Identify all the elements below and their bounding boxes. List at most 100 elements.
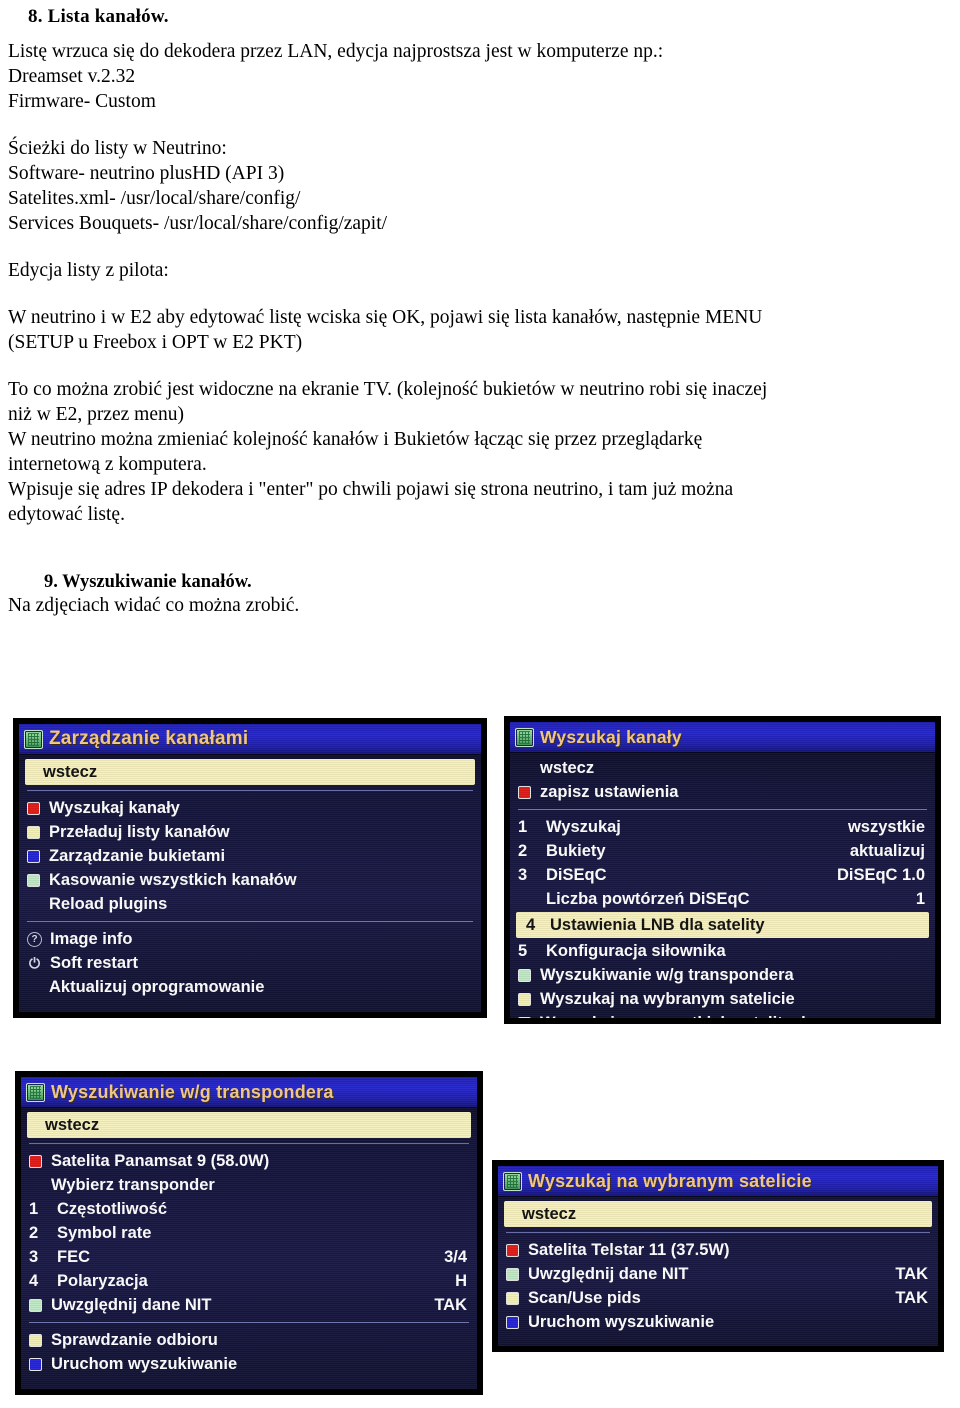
menu-item-value: DiSEqC 1.0 <box>836 865 925 884</box>
paragraph-line: Wpisuje się adres IP dekodera i "enter" … <box>8 479 734 500</box>
menu-item-value: TAK <box>434 1295 467 1314</box>
menu-item-soft-restart[interactable]: Soft restart <box>19 951 481 975</box>
yellow-button-icon <box>27 825 40 839</box>
red-button-icon <box>27 801 40 815</box>
menu-item-wstecz[interactable]: wstecz <box>25 759 475 785</box>
neutrino-logo-icon <box>503 1171 522 1191</box>
item-number: 4 <box>526 915 536 934</box>
menu-list: wstecz Wyszukaj kanały Przeładuj listy k… <box>19 754 481 999</box>
menu-item-aktualizuj-oprogramowanie[interactable]: Aktualizuj oprogramowanie <box>19 975 481 999</box>
menu-item-label: Image info <box>50 929 133 948</box>
paragraph-line: Software- neutrino plusHD (API 3) <box>8 163 285 184</box>
menu-item-label: wstecz <box>43 762 98 781</box>
blue-button-icon <box>506 1315 519 1329</box>
menu-item-wybierz-transponder[interactable]: Wybierz transponder <box>21 1173 477 1197</box>
menu-item-liczba-powtorzen-diseqc[interactable]: Liczba powtórzeń DiSEqC 1 <box>510 887 935 911</box>
menu-divider <box>29 1322 469 1323</box>
menu-item-value: aktualizuj <box>849 841 925 860</box>
neutrino-logo-icon <box>26 1082 45 1102</box>
item-number: 2 <box>518 841 528 860</box>
caption-line: Na zdjęciach widać co można zrobić. <box>8 595 300 616</box>
item-number: 3 <box>518 865 528 884</box>
menu-item-label: Częstotliwość <box>57 1199 168 1218</box>
menu-item-wstecz[interactable]: wstecz <box>510 756 935 780</box>
menu-item-label: zapisz ustawienia <box>540 782 679 801</box>
menu-item-value: 3/4 <box>444 1247 467 1266</box>
menu-item-wstecz[interactable]: wstecz <box>504 1201 932 1227</box>
menu-item-przeladuj-listy[interactable]: Przeładuj listy kanałów <box>19 820 481 844</box>
menu-item-uruchom-wyszukiwanie[interactable]: Uruchom wyszukiwanie <box>21 1352 477 1376</box>
menu-item-label: Uruchom wyszukiwanie <box>51 1354 238 1373</box>
paragraph-line: Ścieżki do listy w Neutrino: <box>8 138 227 159</box>
menu-item-wyszukaj-na-wszystkich-satelitach[interactable]: Wyszukaj na wszystkich satelitach <box>510 1011 935 1018</box>
menu-item-uwzglednij-dane-nit[interactable]: Uwzględnij dane NIT TAK <box>498 1262 938 1286</box>
tv-screenshot-zarzadzanie-kanalami: Zarządzanie kanałami wstecz Wyszukaj kan… <box>13 718 487 1018</box>
menu-item-label: wstecz <box>45 1115 100 1134</box>
menu-item-label: Zarządzanie bukietami <box>49 846 226 865</box>
menu-item-satelita[interactable]: Satelita Panamsat 9 (58.0W) <box>21 1149 477 1173</box>
menu-item-polaryzacja[interactable]: 4 Polaryzacja H <box>21 1269 477 1293</box>
item-number: 1 <box>518 817 528 836</box>
paragraph-line: Dreamset v.2.32 <box>8 66 136 87</box>
menu-item-label: Wyszukaj <box>546 817 621 836</box>
paragraph-line: edytować listę. <box>8 504 125 525</box>
paragraph-line: Edycja listy z pilota: <box>8 260 169 281</box>
menu-item-ustawienia-lnb[interactable]: 4 Ustawienia LNB dla satelity <box>516 912 929 938</box>
menu-item-label: Wybierz transponder <box>51 1175 215 1194</box>
menu-item-scan-use-pids[interactable]: Scan/Use pids TAK <box>498 1286 938 1310</box>
menu-item-bukiety[interactable]: 2 Bukiety aktualizuj <box>510 839 935 863</box>
menu-item-diseqc[interactable]: 3 DiSEqC DiSEqC 1.0 <box>510 863 935 887</box>
menu-item-label: Wyszukaj na wybranym satelicie <box>540 989 795 1008</box>
menu-item-reload-plugins[interactable]: Reload plugins <box>19 892 481 916</box>
menu-item-wyszukaj-na-wybranym-satelicie[interactable]: Wyszukaj na wybranym satelicie <box>510 987 935 1011</box>
menu-item-label: Liczba powtórzeń DiSEqC <box>546 889 750 908</box>
menu-item-label: Reload plugins <box>49 894 168 913</box>
menu-titlebar: Zarządzanie kanałami <box>19 724 481 754</box>
menu-item-fec[interactable]: 3 FEC 3/4 <box>21 1245 477 1269</box>
menu-item-uruchom-wyszukiwanie[interactable]: Uruchom wyszukiwanie <box>498 1310 938 1334</box>
menu-divider <box>27 921 473 922</box>
menu-item-wstecz[interactable]: wstecz <box>27 1112 471 1138</box>
menu-item-kasowanie-kanalow[interactable]: Kasowanie wszystkich kanałów <box>19 868 481 892</box>
menu-title: Wyszukiwanie w/g transpondera <box>51 1081 334 1102</box>
menu-item-wyszukiwanie-wg-transpondera[interactable]: Wyszukiwanie w/g transpondera <box>510 963 935 987</box>
green-button-icon <box>518 968 531 982</box>
section-heading-9: 9. Wyszukiwanie kanałów. <box>44 572 252 592</box>
spacer-icon <box>518 893 540 906</box>
green-button-icon <box>29 1298 42 1312</box>
menu-item-satelita[interactable]: Satelita Telstar 11 (37.5W) <box>498 1238 938 1262</box>
menu-item-label: Wyszukiwanie w/g transpondera <box>540 965 794 984</box>
menu-divider <box>27 790 473 791</box>
menu-item-czestotliwosc[interactable]: 1 Częstotliwość <box>21 1197 477 1221</box>
menu-item-image-info[interactable]: Image info <box>19 927 481 951</box>
paragraph-line: internetową z komputera. <box>8 454 207 475</box>
menu-item-value: 1 <box>915 889 925 908</box>
menu-item-symbol-rate[interactable]: 2 Symbol rate <box>21 1221 477 1245</box>
tv-screenshot-wyszukiwanie-wg-transpondera: Wyszukiwanie w/g transpondera wstecz Sat… <box>15 1071 483 1395</box>
menu-item-wyszukaj-kanaly[interactable]: Wyszukaj kanały <box>19 796 481 820</box>
menu-item-zarzadzanie-bukietami[interactable]: Zarządzanie bukietami <box>19 844 481 868</box>
menu-item-sprawdzanie-odbioru[interactable]: Sprawdzanie odbioru <box>21 1328 477 1352</box>
neutrino-logo-icon <box>24 729 43 749</box>
menu-title: Zarządzanie kanałami <box>49 728 249 749</box>
menu-item-uwzglednij-dane-nit[interactable]: Uwzględnij dane NIT TAK <box>21 1293 477 1317</box>
menu-item-value: wszystkie <box>847 817 925 836</box>
menu-item-label: Uwzględnij dane NIT <box>528 1264 689 1283</box>
yellow-button-icon <box>29 1333 42 1347</box>
menu-divider <box>29 1143 469 1144</box>
spacer-icon <box>29 1179 42 1192</box>
spacer-icon <box>27 898 40 911</box>
red-button-icon <box>518 785 531 799</box>
power-icon <box>27 956 42 971</box>
menu-item-konfiguracja-silownika[interactable]: 5 Konfiguracja siłownika <box>510 939 935 963</box>
red-button-icon <box>29 1154 42 1168</box>
menu-item-label: wstecz <box>522 1204 577 1223</box>
menu-item-label: Ustawienia LNB dla satelity <box>550 915 765 934</box>
menu-item-wyszukaj[interactable]: 1 Wyszukaj wszystkie <box>510 815 935 839</box>
menu-item-zapisz-ustawienia[interactable]: zapisz ustawienia <box>510 780 935 804</box>
red-button-icon <box>506 1243 519 1257</box>
document-text-body: 8. Lista kanałów. Listę wrzuca się do de… <box>0 0 960 618</box>
menu-title: Wyszukaj kanały <box>540 726 682 747</box>
paragraph-line: niż w E2, przez menu) <box>8 404 184 425</box>
menu-item-label: Scan/Use pids <box>528 1288 641 1307</box>
